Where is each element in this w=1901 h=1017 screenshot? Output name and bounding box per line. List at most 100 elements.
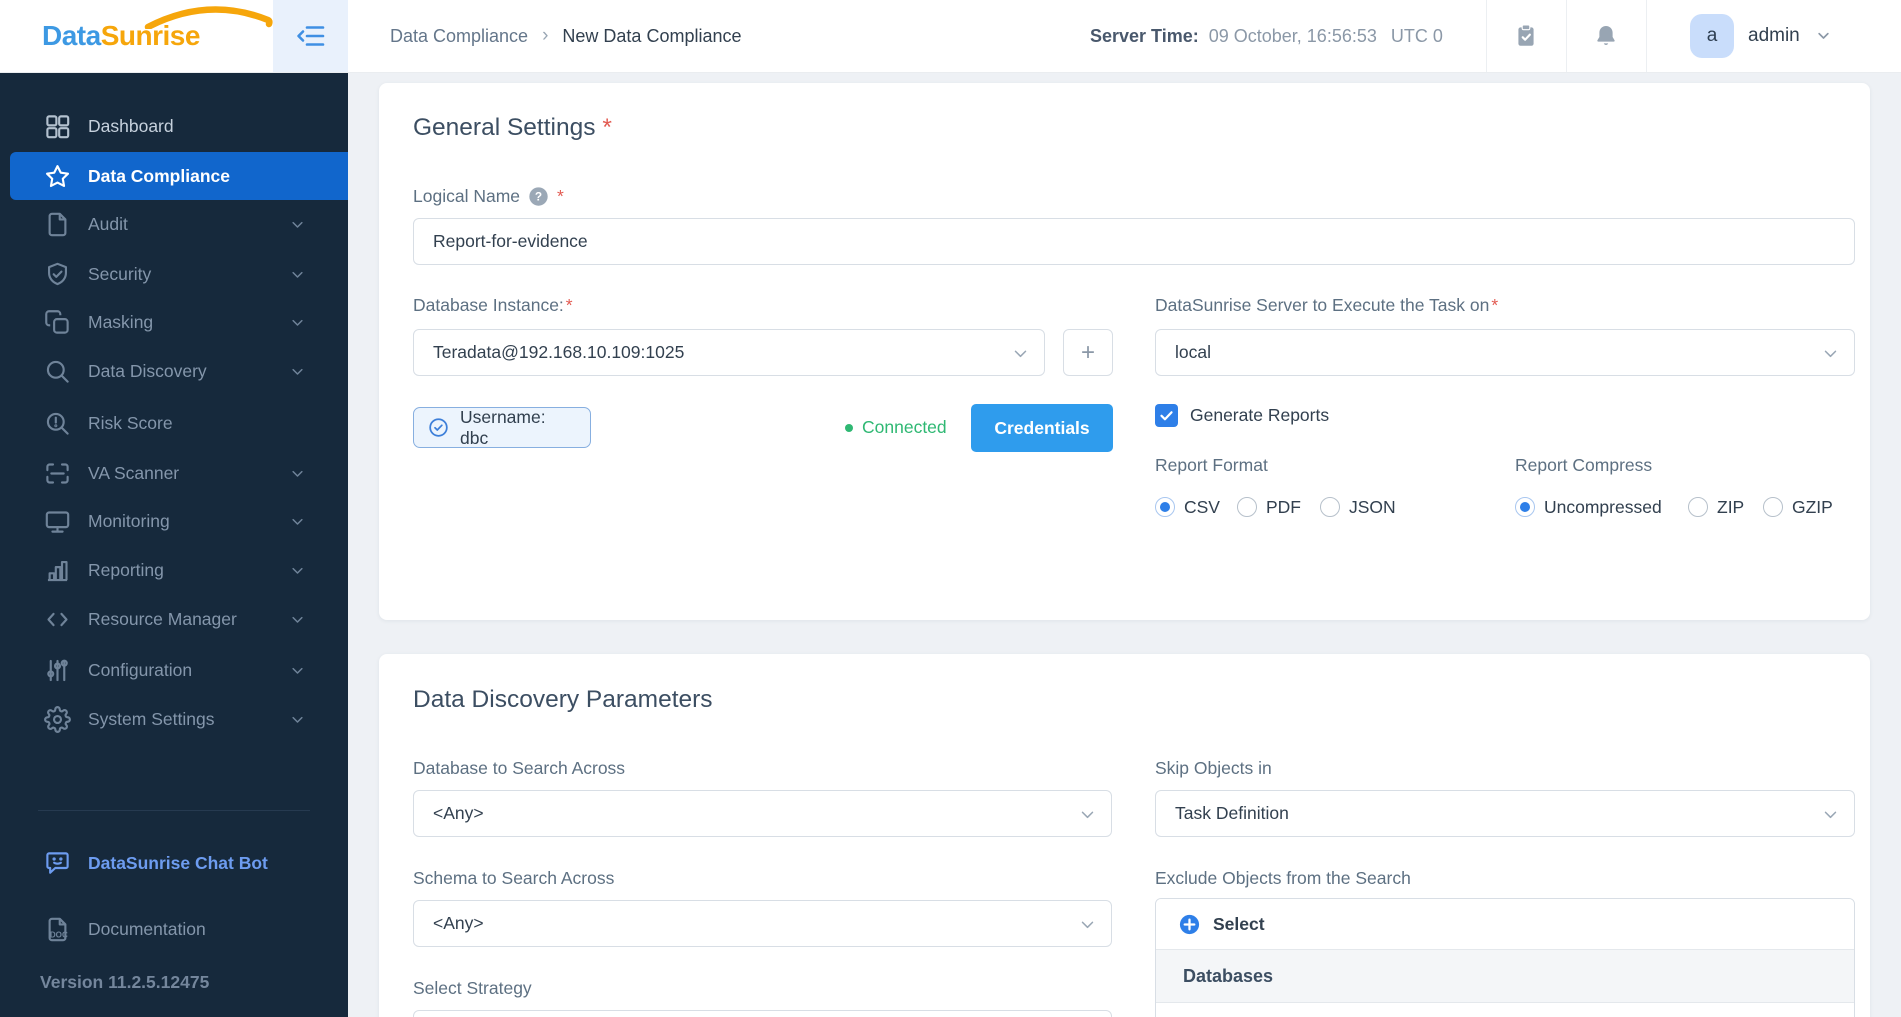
chevron-down-icon xyxy=(290,364,305,379)
app-window: Data Sunrise Data Compliance › New Data C… xyxy=(0,0,1901,1017)
radio-icon xyxy=(1688,497,1708,517)
sidebar-item-dashboard[interactable]: Dashboard xyxy=(10,102,348,150)
user-avatar[interactable]: a xyxy=(1690,14,1734,58)
chevron-down-icon xyxy=(1822,806,1839,823)
notifications-bell-icon xyxy=(1597,26,1615,45)
add-instance-button[interactable]: + xyxy=(1063,329,1113,376)
tasks-button[interactable] xyxy=(1506,16,1546,56)
search-alert-icon xyxy=(44,410,71,437)
sidebar-item-resource-manager[interactable]: Resource Manager xyxy=(10,595,348,643)
database-to-search-dropdown[interactable]: <Any> xyxy=(413,790,1112,837)
sidebar-item-data-discovery[interactable]: Data Discovery xyxy=(10,347,348,395)
chevron-down-icon xyxy=(290,267,305,282)
search-icon xyxy=(44,358,71,385)
logo-text-sunrise: Sunrise xyxy=(100,20,201,51)
logical-name-label: Logical Name ? * xyxy=(413,185,564,207)
radio-csv[interactable]: CSV xyxy=(1155,496,1220,518)
chevron-down-icon xyxy=(1079,806,1096,823)
chevron-down-icon xyxy=(290,563,305,578)
exclude-objects-group-databases: Databases xyxy=(1156,949,1854,1003)
select-strategy-dropdown[interactable] xyxy=(413,1010,1112,1017)
logo-text-data: Data xyxy=(42,20,101,51)
header-divider xyxy=(1486,0,1487,72)
breadcrumb-parent[interactable]: Data Compliance xyxy=(390,26,528,47)
exclude-objects-select-button[interactable]: Select xyxy=(1156,899,1854,949)
app-logo[interactable]: Data Sunrise xyxy=(42,0,273,72)
chevron-down-icon xyxy=(290,612,305,627)
sidebar-item-security[interactable]: Security xyxy=(10,250,348,298)
sidebar-item-configuration[interactable]: Configuration xyxy=(10,646,348,694)
user-menu-name[interactable]: admin xyxy=(1748,0,1800,72)
avatar-initial: a xyxy=(1706,25,1718,46)
plus-circle-icon xyxy=(1178,913,1201,936)
chevron-down-icon xyxy=(290,217,305,232)
logical-name-input[interactable]: Report-for-evidence xyxy=(413,218,1855,265)
chevron-down-icon xyxy=(290,315,305,330)
general-settings-title: General Settings * xyxy=(413,114,612,141)
chevron-down-icon xyxy=(290,712,305,727)
report-format-label: Report Format xyxy=(1155,454,1268,475)
radio-icon xyxy=(1763,497,1783,517)
exclude-objects-label: Exclude Objects from the Search xyxy=(1155,867,1411,888)
breadcrumb-separator-icon: › xyxy=(542,25,549,46)
radio-zip[interactable]: ZIP xyxy=(1688,496,1744,518)
radio-selected-icon xyxy=(1515,497,1535,517)
chevron-down-icon xyxy=(1012,345,1029,362)
credentials-button[interactable]: Credentials xyxy=(971,404,1113,452)
grid-icon xyxy=(44,113,71,140)
server-time-zone: UTC 0 xyxy=(1390,25,1443,46)
server-time: Server Time: 09 October, 16:56:53 UTC 0 xyxy=(1090,0,1443,72)
sidebar-item-reporting[interactable]: Reporting xyxy=(10,546,348,594)
chat-bot-icon xyxy=(44,850,71,877)
server-time-value: 09 October, 16:56:53 xyxy=(1208,25,1377,46)
sidebar-toggle-button[interactable] xyxy=(273,0,348,72)
sidebar-item-data-compliance[interactable]: Data Compliance xyxy=(10,152,348,200)
tasks-clipboard-icon xyxy=(1518,24,1534,46)
notifications-button[interactable] xyxy=(1586,16,1626,56)
select-strategy-label: Select Strategy xyxy=(413,977,532,998)
chevron-down-icon xyxy=(1079,916,1096,933)
scanner-frame-icon xyxy=(44,460,71,487)
sidebar-item-system-settings[interactable]: System Settings xyxy=(10,695,348,743)
user-chevron-icon[interactable] xyxy=(1816,28,1831,43)
header-divider xyxy=(1566,0,1567,72)
copy-icon xyxy=(44,309,71,336)
status-dot-icon xyxy=(845,423,853,432)
radio-uncompressed[interactable]: Uncompressed xyxy=(1515,496,1662,518)
sidebar-item-va-scanner[interactable]: VA Scanner xyxy=(10,449,348,497)
chevron-down-icon xyxy=(290,514,305,529)
doc-file-icon: DOC xyxy=(44,916,71,943)
username-chip[interactable]: Username: dbc xyxy=(413,407,591,448)
radio-pdf[interactable]: PDF xyxy=(1237,496,1301,518)
gear-icon xyxy=(44,706,71,733)
database-instance-dropdown[interactable]: Teradata@192.168.10.109:1025 xyxy=(413,329,1045,376)
data-discovery-title: Data Discovery Parameters xyxy=(413,686,713,713)
header-divider xyxy=(1646,0,1647,72)
required-asterisk: * xyxy=(565,294,573,315)
radio-json[interactable]: JSON xyxy=(1320,496,1396,518)
chevron-down-icon xyxy=(290,663,305,678)
sidebar-item-risk-score[interactable]: Risk Score xyxy=(10,399,348,447)
radio-gzip[interactable]: GZIP xyxy=(1763,496,1833,518)
generate-reports-checkbox[interactable] xyxy=(1155,404,1178,427)
code-icon xyxy=(44,606,71,633)
sidebar-item-chat-bot[interactable]: DataSunrise Chat Bot xyxy=(10,839,348,887)
schema-to-search-dropdown[interactable]: <Any> xyxy=(413,900,1112,947)
sidebar-item-audit[interactable]: Audit xyxy=(10,200,348,248)
database-instance-label: Database Instance: * xyxy=(413,294,573,315)
question-circle-icon[interactable]: ? xyxy=(528,186,549,207)
bar-chart-icon xyxy=(44,557,71,584)
version-label: Version 11.2.5.12475 xyxy=(40,972,210,992)
monitor-icon xyxy=(44,508,71,535)
sidebar-item-documentation[interactable]: DOC Documentation xyxy=(10,905,348,953)
sidebar-item-masking[interactable]: Masking xyxy=(10,298,348,346)
skip-objects-dropdown[interactable]: Task Definition xyxy=(1155,790,1855,837)
sidebar-item-monitoring[interactable]: Monitoring xyxy=(10,497,348,545)
sidebar-nav: Dashboard Data Compliance Audit Security xyxy=(0,73,348,1017)
generate-reports-label[interactable]: Generate Reports xyxy=(1190,403,1329,428)
radio-icon xyxy=(1237,497,1257,517)
breadcrumb-current: New Data Compliance xyxy=(562,25,742,46)
collapse-sidebar-icon xyxy=(296,26,324,46)
server-dropdown[interactable]: local xyxy=(1155,329,1855,376)
check-circle-icon xyxy=(428,417,449,438)
